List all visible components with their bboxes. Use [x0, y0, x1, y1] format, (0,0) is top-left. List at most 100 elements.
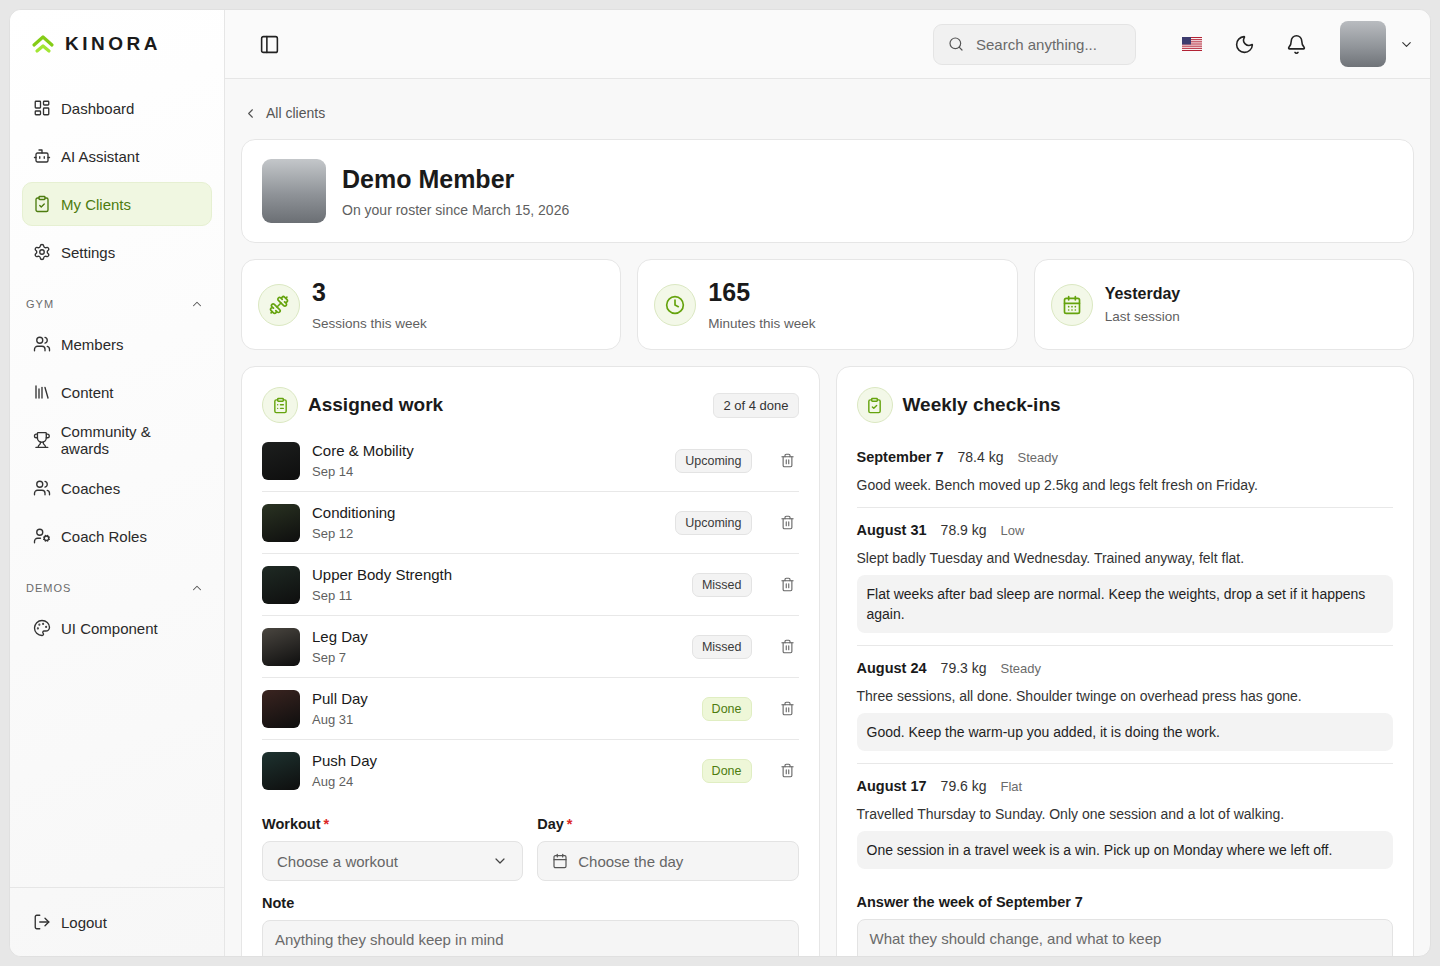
sidebar-item-label: Members [61, 336, 124, 353]
sidebar-item[interactable]: Community & awards [22, 418, 212, 462]
checkin-weight: 79.3 kg [941, 658, 987, 678]
delete-button[interactable] [776, 697, 799, 720]
sidebar-item[interactable]: Members [22, 322, 212, 366]
sidebar-item[interactable]: UI Component [22, 606, 212, 650]
checkin-mood: Steady [1017, 448, 1057, 468]
work-row[interactable]: Pull Day Aug 31 Done [262, 678, 799, 740]
workout-select[interactable]: Choose a workout [262, 841, 523, 881]
work-date: Aug 31 [312, 712, 690, 727]
status-badge: Done [702, 697, 752, 721]
sidebar-item[interactable]: My Clients [22, 182, 212, 226]
status-badge: Upcoming [675, 511, 751, 535]
sidebar: KINORA Dashboard AI Assistant My ClientsSet… [10, 10, 225, 956]
stat-label: Minutes this week [708, 316, 815, 331]
work-list: Core & MobilitySep 14UpcomingConditionin… [262, 430, 799, 802]
users-icon [33, 335, 51, 353]
sidebar-section-title: GYM [26, 298, 54, 310]
sidebar-item[interactable]: Content [22, 370, 212, 414]
user-avatar[interactable] [1340, 21, 1386, 67]
gear-icon [33, 243, 51, 261]
coach-reply: One session in a travel week is a win. P… [857, 831, 1394, 869]
assign-form: Workout*Choose a workoutDay*Choose the d… [262, 816, 799, 881]
checkin-text: Slept badly Tuesday and Wednesday. Train… [857, 548, 1394, 568]
stat-value: Yesterday [1105, 285, 1181, 303]
delete-button[interactable] [776, 511, 799, 534]
checkin-meta: August 2479.3 kgSteady [857, 658, 1394, 679]
panel-left-icon [259, 34, 280, 55]
sidebar-section-header[interactable]: GYM [22, 290, 212, 318]
checkin-date: August 17 [857, 776, 927, 796]
dashboard-icon [33, 99, 51, 117]
checkin-meta: August 3178.9 kgLow [857, 520, 1394, 541]
sidebar-item[interactable]: Dashboard [22, 86, 212, 130]
work-date: Sep 7 [312, 650, 680, 665]
work-text: Push DayAug 24 [312, 752, 690, 789]
checkin-text: Travelled Thursday to Sunday. Only one s… [857, 804, 1394, 824]
theme-toggle-button[interactable] [1226, 26, 1262, 62]
client-name: Demo Member [342, 165, 569, 194]
checkin-text: Good week. Bench moved up 2.5kg and legs… [857, 475, 1394, 495]
work-title: Pull Day [312, 690, 690, 707]
sidebar-item-label: Content [61, 384, 114, 401]
brand-name: KINORA [65, 33, 161, 55]
work-row[interactable]: Upper Body StrengthSep 11Missed [262, 554, 799, 616]
notifications-button[interactable] [1278, 26, 1314, 62]
brand[interactable]: KINORA [10, 10, 224, 78]
trash-icon [780, 763, 795, 778]
back-link-label: All clients [266, 105, 325, 121]
delete-button[interactable] [776, 635, 799, 658]
trash-icon [780, 515, 795, 530]
delete-button[interactable] [776, 573, 799, 596]
logout-button[interactable]: Logout [22, 900, 212, 944]
checkin-weight: 79.6 kg [941, 776, 987, 796]
trash-icon [780, 639, 795, 654]
work-text: Leg DaySep 7 [312, 628, 680, 665]
delete-button[interactable] [776, 759, 799, 782]
workout-thumbnail [262, 690, 300, 728]
note-input[interactable] [262, 920, 799, 956]
work-row[interactable]: Leg DaySep 7Missed [262, 616, 799, 678]
sidebar-section-header[interactable]: DEMOS [22, 574, 212, 602]
delete-button[interactable] [776, 449, 799, 472]
chevron-up-icon [190, 297, 204, 311]
back-link[interactable]: All clients [241, 103, 1414, 123]
app-frame: KINORA Dashboard AI Assistant My ClientsSet… [9, 9, 1431, 957]
checkin-date: September 7 [857, 447, 944, 467]
checkin-weight: 78.4 kg [958, 447, 1004, 467]
clock-icon [665, 295, 685, 315]
stat-card: 3Sessions this week [241, 259, 621, 350]
sidebar-item[interactable]: Settings [22, 230, 212, 274]
workout-thumbnail [262, 628, 300, 666]
users-icon [33, 479, 51, 497]
checkins-card: Weekly check-insSeptember 778.4 kgSteady… [836, 366, 1415, 956]
day-picker[interactable]: Choose the day [537, 841, 798, 881]
field-label: Note [262, 895, 799, 911]
sidebar-item-label: AI Assistant [61, 148, 139, 165]
stat-text: 3Sessions this week [312, 278, 427, 331]
stat-card: 165Minutes this week [637, 259, 1017, 350]
work-text: ConditioningSep 12 [312, 504, 663, 541]
sidebar-footer: Logout [10, 887, 224, 956]
answer-input[interactable] [857, 919, 1394, 956]
sidebar-item[interactable]: Coach Roles [22, 514, 212, 558]
language-button[interactable] [1174, 26, 1210, 62]
sidebar-item[interactable]: Coaches [22, 466, 212, 510]
clipboard-check-icon [866, 397, 883, 414]
answer-field: Answer the week of September 7 [857, 894, 1394, 956]
status-badge: Upcoming [675, 449, 751, 473]
form-field: Workout*Choose a workout [262, 816, 523, 881]
sidebar-toggle-button[interactable] [251, 26, 287, 62]
search-field[interactable] [933, 24, 1136, 65]
work-row[interactable]: ConditioningSep 12 Upcoming [262, 492, 799, 554]
required-mark: * [567, 816, 573, 832]
panel-header: Assigned work2 of 4 done [262, 387, 799, 423]
search-input[interactable] [974, 35, 1121, 54]
stat-icon-circle [258, 284, 300, 326]
work-row[interactable]: Core & MobilitySep 14Upcoming [262, 430, 799, 492]
panel-icon-circle [857, 387, 893, 423]
work-date: Sep 14 [312, 464, 663, 479]
stat-text: YesterdayLast session [1105, 285, 1181, 324]
sidebar-item[interactable]: AI Assistant [22, 134, 212, 178]
logout-label: Logout [61, 914, 107, 931]
work-row[interactable]: Push DayAug 24Done [262, 740, 799, 802]
